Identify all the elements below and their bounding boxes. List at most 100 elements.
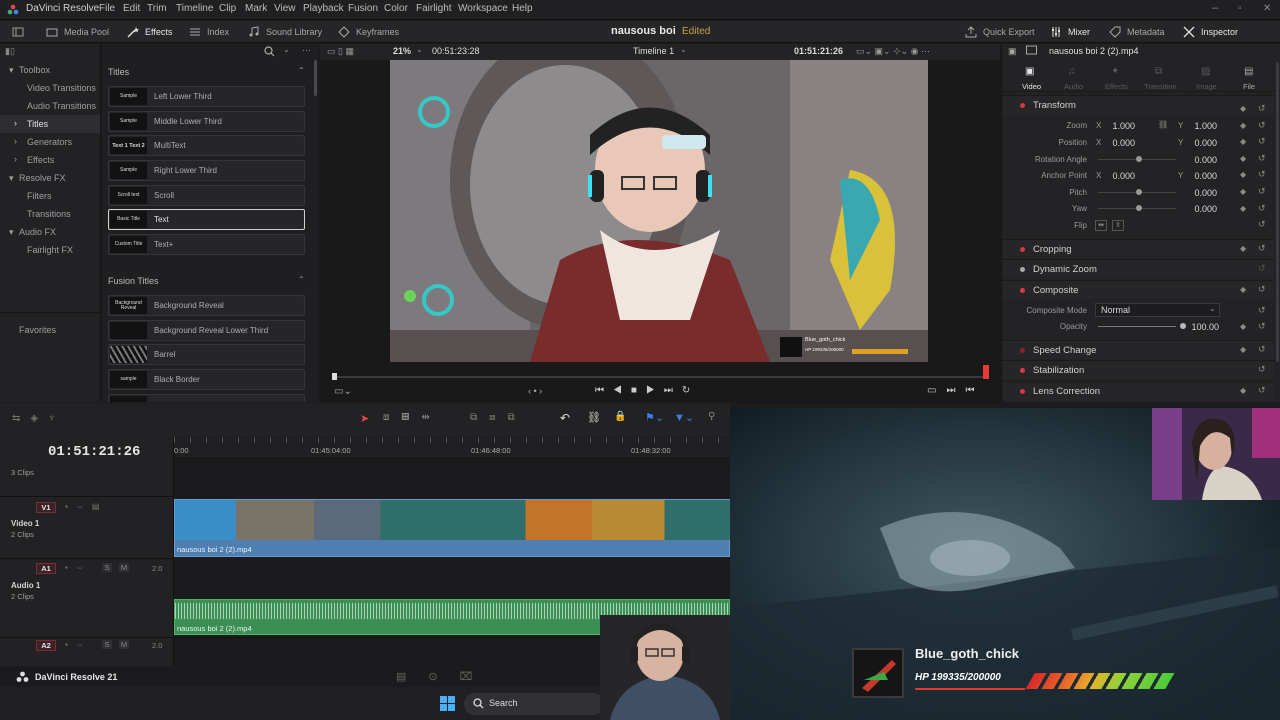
menu-timeline[interactable]: Timeline xyxy=(176,3,213,14)
section-transform[interactable]: Transform xyxy=(1002,95,1274,114)
pitch-slider-knob[interactable] xyxy=(1136,189,1142,195)
zoom-y-field[interactable]: 1.000 xyxy=(1184,121,1217,131)
section-lens-correction[interactable]: Lens Correction ◆ ↺ xyxy=(1002,381,1274,400)
anchor-x-field[interactable]: 0.000 xyxy=(1102,171,1135,181)
reset-icon[interactable]: ↺ xyxy=(1258,263,1266,274)
tab-image[interactable]: Image xyxy=(1196,82,1217,91)
inspector-button[interactable]: Inspector xyxy=(1183,25,1238,39)
metadata-button[interactable]: Metadata xyxy=(1109,25,1165,39)
title-item-left-lower-third[interactable]: Sample Left Lower Third xyxy=(108,86,305,107)
resolvefx-expand-icon[interactable]: ▾ xyxy=(9,173,14,184)
minimize-icon[interactable]: – xyxy=(1212,2,1218,14)
opacity-slider[interactable] xyxy=(1098,326,1176,327)
sidebar-item-audio-fx[interactable]: Audio FX xyxy=(19,227,56,237)
viewer-right-controls[interactable]: ▭⏭⏮ xyxy=(927,385,984,396)
section-speed-change[interactable]: Speed Change ◆ ↺ xyxy=(1002,340,1274,359)
timeline-view-icons[interactable]: ⇆◈♆ xyxy=(12,413,66,424)
enable-toggle-icon[interactable] xyxy=(1020,247,1025,252)
keyframe-column[interactable]: ◆ ◆ ◆ ◆ ◆ ◆ ◆ xyxy=(1240,101,1246,217)
composite-mode-select[interactable]: Normal ⌄ xyxy=(1095,303,1220,317)
enable-toggle-icon[interactable] xyxy=(1020,103,1025,108)
page-switcher-icons[interactable]: ▤⊙⌧ xyxy=(396,670,494,683)
track-v1-controls[interactable]: ▪⇔▤ xyxy=(65,502,107,511)
flag-icon[interactable]: ⚑⌄ xyxy=(645,411,664,424)
sidebar-item-video-transitions[interactable]: Video Transitions xyxy=(27,83,96,93)
toolbox-expand-icon[interactable]: ▾ xyxy=(9,65,14,76)
tab-file[interactable]: File xyxy=(1243,82,1255,91)
panel-toggle-icon[interactable] xyxy=(12,25,24,39)
menu-clip[interactable]: Clip xyxy=(219,3,236,14)
menu-playback[interactable]: Playback xyxy=(303,3,344,14)
opacity-field[interactable]: 100.00 xyxy=(1184,322,1219,332)
yaw-field[interactable]: 0.000 xyxy=(1184,204,1217,214)
menu-fairlight[interactable]: Fairlight xyxy=(416,3,452,14)
keyframe-icon[interactable]: ◆ xyxy=(1240,322,1246,331)
tab-audio[interactable]: Audio xyxy=(1064,82,1083,91)
menu-edit[interactable]: Edit xyxy=(123,3,140,14)
section-dynamic-zoom[interactable]: Dynamic Zoom ↺ xyxy=(1002,259,1274,278)
title-item-text-plus[interactable]: Custom Title Text+ xyxy=(108,234,305,255)
selection-tool-icon[interactable]: ➤ xyxy=(360,412,369,425)
sidebar-item-effects[interactable]: Effects xyxy=(27,155,54,165)
flip-vertical-icon[interactable]: ⇳ xyxy=(1112,220,1124,231)
sound-library-button[interactable]: Sound Library xyxy=(248,25,322,39)
title-item-middle-lower-third[interactable]: Sample Middle Lower Third xyxy=(108,111,305,132)
enable-toggle-icon[interactable] xyxy=(1020,368,1025,373)
link-clips-icon[interactable]: ⛓ xyxy=(587,411,601,424)
sidebar-item-resolve-fx[interactable]: Resolve FX xyxy=(19,173,66,183)
insert-tools[interactable]: ⧉⧈⧉ xyxy=(470,412,527,423)
timeline-name[interactable]: Timeline 1 xyxy=(633,46,674,56)
taskbar-search[interactable]: Search xyxy=(464,693,604,715)
enable-toggle-icon[interactable] xyxy=(1020,348,1025,353)
fusion-item-background-reveal-lower-third[interactable]: Background Reveal Lower Third xyxy=(108,320,305,341)
track-badge-v1[interactable]: V1 xyxy=(36,502,56,513)
title-item-right-lower-third[interactable]: Sample Right Lower Third xyxy=(108,160,305,181)
tab-video[interactable]: Video xyxy=(1022,82,1041,91)
enable-toggle-icon[interactable] xyxy=(1020,267,1025,272)
audiofx-expand-icon[interactable]: ▾ xyxy=(9,227,14,238)
reset-icon[interactable]: ↺ xyxy=(1258,284,1266,295)
maximize-icon[interactable]: ▫ xyxy=(1238,3,1242,14)
timeline-chevron-icon[interactable]: ⌄ xyxy=(680,45,687,54)
index-button[interactable]: Index xyxy=(189,25,229,39)
options-chevron-icon[interactable]: ⌄ xyxy=(283,45,290,54)
fusion-titles-section-header[interactable]: Fusion Titles xyxy=(108,276,159,286)
keyframes-button[interactable]: Keyframes xyxy=(338,25,399,39)
rotation-slider-knob[interactable] xyxy=(1136,156,1142,162)
menu-color[interactable]: Color xyxy=(384,3,408,14)
sidebar-toggle-icon[interactable]: ▮▯ xyxy=(5,46,15,57)
yaw-slider-knob[interactable] xyxy=(1136,205,1142,211)
solo-button[interactable]: S xyxy=(102,640,112,649)
sidebar-item-titles[interactable]: Titles xyxy=(27,119,48,129)
flip-horizontal-icon[interactable]: ⇹ xyxy=(1095,220,1107,231)
video-clip[interactable]: nausous boi 2 (2).mp4 xyxy=(174,499,730,557)
reset-icon[interactable]: ↺ xyxy=(1258,344,1266,355)
anchor-y-field[interactable]: 0.000 xyxy=(1184,171,1217,181)
video-frame[interactable]: Blue_goth_chick HP 199335/200000 xyxy=(390,60,928,362)
track-badge-a2[interactable]: A2 xyxy=(36,640,56,651)
position-y-field[interactable]: 0.000 xyxy=(1184,138,1217,148)
timeline-ruler[interactable]: 0:00 01:45:04:00 01:46:48:00 01:48:32:00 xyxy=(174,437,730,459)
transport-controls[interactable]: ⏮◀■▶⏭↻ xyxy=(595,385,699,396)
fusion-item-partial[interactable] xyxy=(108,394,305,402)
scrubber-bar[interactable] xyxy=(334,376,986,378)
zoom-level[interactable]: 21% xyxy=(393,46,411,56)
section-cropping[interactable]: Cropping ◆ ↺ xyxy=(1002,239,1274,258)
keyframe-icon[interactable]: ◆ xyxy=(1240,386,1246,395)
menu-trim[interactable]: Trim xyxy=(147,3,167,14)
zoom-x-field[interactable]: 1.000 xyxy=(1102,121,1135,131)
jog-icon[interactable]: ‹ • › xyxy=(528,386,542,396)
mute-button[interactable]: M xyxy=(119,640,129,649)
sidebar-item-fairlight-fx[interactable]: Fairlight FX xyxy=(27,245,73,255)
sidebar-item-generators[interactable]: Generators xyxy=(27,137,72,147)
timeline-timecode[interactable]: 01:51:21:26 xyxy=(48,444,140,460)
solo-button[interactable]: S xyxy=(102,563,112,572)
reset-icon[interactable]: ↺ xyxy=(1258,364,1266,375)
track-a1-controls[interactable]: ▪⇔ xyxy=(65,563,92,572)
viewer-options-icon[interactable]: ▭⌄ ▣⌄ ⊹⌄ ◉ ⋯ xyxy=(856,46,930,57)
track-badge-a1[interactable]: A1 xyxy=(36,563,56,574)
keyframe-icon[interactable]: ◆ xyxy=(1240,285,1246,294)
menu-view[interactable]: View xyxy=(274,3,296,14)
enable-toggle-icon[interactable] xyxy=(1020,389,1025,394)
keyframe-icon[interactable]: ◆ xyxy=(1240,345,1246,354)
